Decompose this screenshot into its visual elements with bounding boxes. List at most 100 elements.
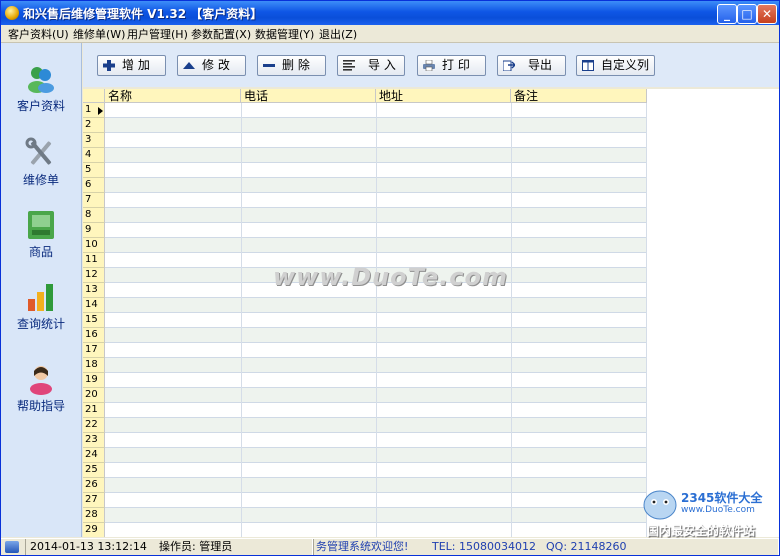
- current-row-indicator-icon: [98, 107, 103, 115]
- sidebar: 客户资料 维修单 商品 查询统计 帮助指导: [1, 43, 82, 537]
- app-icon: [5, 6, 19, 20]
- menu-data-management[interactable]: 数据管理(Y): [255, 26, 314, 42]
- print-button-label: 打 印: [442, 58, 470, 72]
- menu-exit[interactable]: 退出(Z): [319, 26, 357, 42]
- up-arrow-icon: [183, 62, 195, 69]
- row-number: 11: [83, 253, 105, 268]
- custom-columns-button[interactable]: 自定义列: [576, 55, 655, 76]
- row-number: 21: [83, 403, 105, 418]
- column-divider: [376, 103, 377, 537]
- import-button-label: 导 入: [368, 58, 396, 72]
- tools-icon: [25, 137, 52, 165]
- title-bar[interactable]: 和兴售后维修管理软件 V1.32 【客户资料】 _ □ ✕: [1, 1, 779, 25]
- printer-icon: [423, 60, 435, 71]
- row-number: 18: [83, 358, 105, 373]
- app-window: 和兴售后维修管理软件 V1.32 【客户资料】 _ □ ✕ 客户资料(U) 维修…: [0, 0, 780, 556]
- close-button[interactable]: ✕: [757, 4, 777, 24]
- row-number: 8: [83, 208, 105, 223]
- edit-button[interactable]: 修 改: [177, 55, 246, 76]
- list-icon: [343, 60, 355, 71]
- row-number: 16: [83, 328, 105, 343]
- row-number: 24: [83, 448, 105, 463]
- edit-button-label: 修 改: [202, 58, 230, 72]
- customer-grid[interactable]: 名称 电话 地址 备注 1 2 3 4 5 6 7 8 9 10 11 12 13 14 15 16 17 18 1…: [83, 89, 779, 537]
- row-number: 13: [83, 283, 105, 298]
- status-right: 务管理系统欢迎您! TEL: 15080034012 QQ: 21148260: [313, 539, 779, 555]
- row-number: 6: [83, 178, 105, 193]
- print-button[interactable]: 打 印: [417, 55, 486, 76]
- row-number: 26: [83, 478, 105, 493]
- row-number: 5: [83, 163, 105, 178]
- sidebar-item-label: 维修单: [22, 173, 59, 187]
- row-number: 15: [83, 313, 105, 328]
- row-number: 29: [83, 523, 105, 537]
- delete-button-label: 删 除: [282, 58, 310, 72]
- column-header-remark[interactable]: 备注: [511, 89, 647, 103]
- grid-corner: [83, 89, 105, 103]
- menu-user-management[interactable]: 用户管理(H): [127, 26, 188, 42]
- watermark-slogan: 国内最安全的软件站: [647, 524, 756, 538]
- status-qq: QQ: 21148260: [546, 540, 627, 553]
- custom-columns-label: 自定义列: [601, 58, 650, 72]
- sidebar-item-label: 帮助指导: [16, 399, 65, 413]
- status-scroll-text: 务管理系统欢迎您!: [316, 540, 409, 553]
- row-number: 19: [83, 373, 105, 388]
- row-indicator-wrap: [83, 103, 105, 118]
- row-number: 17: [83, 343, 105, 358]
- row-number: 10: [83, 238, 105, 253]
- help-icon: [30, 366, 52, 395]
- corner-watermark: 2345软件大全 www.DuoTe.com 国内最安全的软件站: [641, 479, 779, 539]
- menu-repair-order[interactable]: 维修单(W): [73, 26, 125, 42]
- watermark-brand: 2345软件大全: [681, 491, 763, 505]
- column-divider: [511, 103, 512, 537]
- customers-icon: [28, 67, 54, 93]
- row-number: 14: [83, 298, 105, 313]
- row-number: 28: [83, 508, 105, 523]
- column-header-address[interactable]: 地址: [376, 89, 511, 103]
- watermark-text: www.DuoTe.com: [273, 263, 508, 291]
- sidebar-item-label: 商品: [28, 245, 53, 259]
- add-button[interactable]: 增 加: [97, 55, 166, 76]
- row-number: 9: [83, 223, 105, 238]
- import-button[interactable]: 导 入: [337, 55, 405, 76]
- columns-icon: [582, 60, 594, 71]
- column-header-phone[interactable]: 电话: [241, 89, 376, 103]
- row-number: 7: [83, 193, 105, 208]
- row-number: 20: [83, 388, 105, 403]
- row-number: 12: [83, 268, 105, 283]
- row-number: 27: [83, 493, 105, 508]
- status-bar: 2014-01-13 13:12:14 操作员: 管理员 务管理系统欢迎您! T…: [1, 538, 779, 555]
- export-button-label: 导出: [528, 58, 553, 72]
- status-tel: TEL: 15080034012: [432, 540, 536, 553]
- plus-icon: [103, 60, 115, 71]
- maximize-button[interactable]: □: [737, 4, 757, 24]
- row-number: 3: [83, 133, 105, 148]
- minus-icon: [263, 64, 275, 67]
- status-app-icon: [5, 541, 19, 553]
- menu-bar: 客户资料(U) 维修单(W) 用户管理(H) 参数配置(X) 数据管理(Y) 退…: [1, 25, 779, 43]
- column-divider: [646, 103, 647, 537]
- menu-customers[interactable]: 客户资料(U): [8, 26, 69, 42]
- row-number: 22: [83, 418, 105, 433]
- window-title: 和兴售后维修管理软件 V1.32 【客户资料】: [23, 7, 263, 21]
- status-datetime: 2014-01-13 13:12:14: [30, 540, 147, 553]
- add-button-label: 增 加: [122, 58, 150, 72]
- menu-settings[interactable]: 参数配置(X): [191, 26, 251, 42]
- watermark-url: www.DuoTe.com: [681, 505, 755, 515]
- row-number: 25: [83, 463, 105, 478]
- sidebar-item-label: 查询统计: [16, 317, 65, 331]
- mascot-icon: [643, 490, 677, 520]
- row-number: 23: [83, 433, 105, 448]
- status-operator: 操作员: 管理员: [159, 540, 233, 553]
- minimize-button[interactable]: _: [717, 4, 737, 24]
- sidebar-item-label: 客户资料: [16, 99, 65, 113]
- status-left: 2014-01-13 13:12:14 操作员: 管理员: [25, 539, 313, 555]
- row-number: 2: [83, 118, 105, 133]
- delete-button[interactable]: 删 除: [257, 55, 326, 76]
- row-number: 4: [83, 148, 105, 163]
- toolbar: 增 加 修 改 删 除 导 入 打 印 导出 自定义列: [83, 43, 779, 87]
- export-button[interactable]: 导出: [497, 55, 566, 76]
- column-header-name[interactable]: 名称: [105, 89, 241, 103]
- column-divider: [241, 103, 242, 537]
- export-icon: [503, 60, 515, 71]
